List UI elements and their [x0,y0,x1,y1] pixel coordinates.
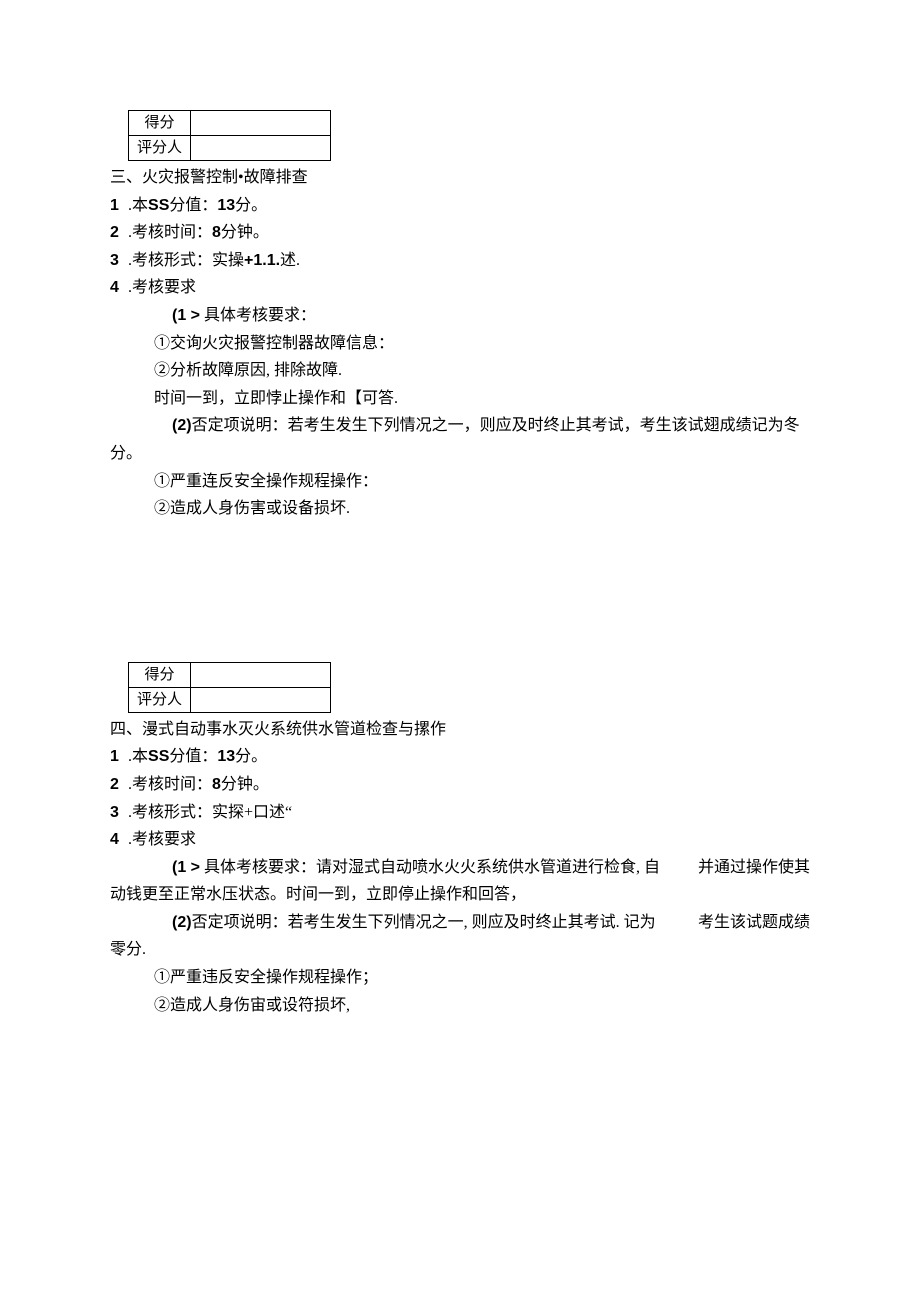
s3-line4: 4 .考核要求 [110,275,810,301]
text-right: 并通过操作使其 [698,855,810,881]
req-num: (1 > [172,859,200,876]
s3-line2: 2 .考核时间：8分钟。 [110,220,810,246]
list-num: 4 [110,827,124,853]
text: 否定项说明：若考生发生下列情况之一, 则应及时终止其考试. 记为 [192,914,656,931]
req-num: (2) [172,914,192,931]
s3-sub4: ①严重连反安全操作规程操作： [110,469,810,495]
list-num: 3 [110,248,124,274]
text: .考核时间： [124,776,212,793]
s3-sub2: ②分析故障原因, 排除故障. [110,358,810,384]
list-num: 2 [110,772,124,798]
text: 具体考核要求： [200,307,316,324]
s4-sub1: ①严重违反安全操作规程操作； [110,965,810,991]
text-right: 考生该试题成绩 [698,910,810,936]
reviewer-label-cell: 评分人 [129,136,191,161]
req-num: (1 > [172,307,200,324]
score-label-cell: 得分 [129,111,191,136]
list-num: 1 [110,744,124,770]
s3-req2-cont: 分。 [110,441,810,467]
s4-line2: 2 .考核时间：8分钟。 [110,772,810,798]
s4-req2-cont: 零分. [110,937,810,963]
s4-line4: 4 .考核要求 [110,827,810,853]
text-bold: +1.1. [244,252,280,269]
list-num: 3 [110,800,124,826]
s4-line3: 3 .考核形式：实探+口述“ [110,800,810,826]
text: 分钟。 [221,224,269,241]
score-value-cell [191,111,331,136]
text-bold: 8 [212,776,221,793]
s4-req1-cont: 动钱更至正常水压状态。时间一到，立即停止操作和回答， [110,882,810,908]
reviewer-label-cell: 评分人 [129,687,191,712]
s3-sub3: 时间一到，立即悖止操作和【可答. [110,386,810,412]
text-bold: 13 [217,197,235,214]
section-4: 得分 评分人 四、漫式自动事水灭火系统供水管道检查与摞作 1 .本SS分值：13… [110,662,810,1019]
score-label-cell: 得分 [129,662,191,687]
text: .考核形式：实探+口述“ [124,804,292,821]
text: 分值： [169,748,217,765]
req-num: (2) [172,417,192,434]
s3-line1: 1 .本SS分值：13分。 [110,193,810,219]
section-3-title: 三、火灾报警控制•故障排查 [110,165,810,191]
s4-req1: (1 > 具体考核要求：请对湿式自动喷水火火系统供水管道进行检食, 自 并通过操作… [110,855,810,881]
text: 述. [280,252,300,269]
text: .考核要求 [124,279,196,296]
s4-sub2: ②造成人身伤宙或设符损坏, [110,993,810,1019]
text: 否定项说明：若考生发生下列情况之一，则应及时终止其考试，考生该试翅成绩记为冬 [192,417,800,434]
score-table-s4: 得分 评分人 [128,662,331,713]
reviewer-value-cell [191,136,331,161]
text: .本 [124,197,148,214]
text: .考核时间： [124,224,212,241]
text-bold: 13 [217,748,235,765]
text: .考核形式：实操 [124,252,244,269]
list-num: 4 [110,275,124,301]
section-3: 得分 评分人 三、火灾报警控制•故障排查 1 .本SS分值：13分。 2 .考核… [110,110,810,522]
list-num: 1 [110,193,124,219]
text: 分。 [235,748,267,765]
text-bold: SS [148,748,169,765]
text-bold: 8 [212,224,221,241]
s3-req2: (2)否定项说明：若考生发生下列情况之一，则应及时终止其考试，考生该试翅成绩记为… [110,413,810,439]
text-bold: SS [148,197,169,214]
text: 分值： [169,197,217,214]
s3-line3: 3 .考核形式：实操+1.1.述. [110,248,810,274]
score-table-s3: 得分 评分人 [128,110,331,161]
text: 具体考核要求：请对湿式自动喷水火火系统供水管道进行检食, 自 [200,859,660,876]
s3-sub1: ①交询火灾报警控制器故障信息： [110,331,810,357]
text: 分。 [235,197,267,214]
s3-sub5: ②造成人身伤害或设备损坏. [110,496,810,522]
reviewer-value-cell [191,687,331,712]
s4-req2: (2)否定项说明：若考生发生下列情况之一, 则应及时终止其考试. 记为 考生该试题… [110,910,810,936]
score-value-cell [191,662,331,687]
s3-req1: (1 > 具体考核要求： [110,303,810,329]
text: .考核要求 [124,831,196,848]
text: 分钟。 [221,776,269,793]
section-4-title: 四、漫式自动事水灭火系统供水管道检查与摞作 [110,717,810,743]
text: .本 [124,748,148,765]
list-num: 2 [110,220,124,246]
s4-line1: 1 .本SS分值：13分。 [110,744,810,770]
